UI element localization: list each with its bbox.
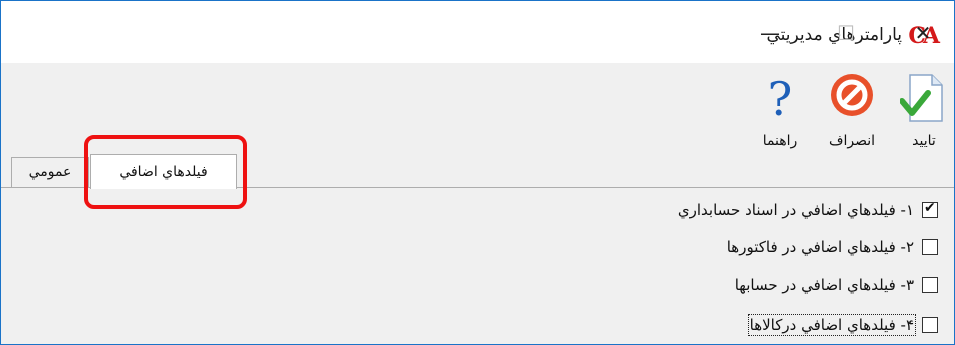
svg-text:?: ?	[768, 72, 793, 123]
option-accounts[interactable]: ٣- فيلدهاي اضافي در حسابها	[735, 273, 938, 297]
help-icon: ?	[768, 72, 793, 123]
document-check-icon	[900, 74, 943, 122]
option-label: ۴- فيلدهاي اضافي دركالاها	[747, 314, 917, 336]
cancel-icon	[831, 74, 873, 116]
ok-button[interactable]: تاييد	[896, 69, 952, 153]
checkbox[interactable]	[922, 317, 938, 333]
title-bar[interactable]: CA پارامترهاي مديريتي — ☐ ✕	[1, 1, 954, 63]
highlight-annotation	[84, 135, 247, 209]
minimize-button[interactable]: —	[745, 11, 795, 55]
dialog-window: CA پارامترهاي مديريتي — ☐ ✕ تاييد انصراف…	[0, 0, 955, 345]
cancel-label: انصراف	[828, 133, 876, 149]
check-icon: ✔	[924, 200, 936, 216]
help-button[interactable]: ? راهنما	[752, 69, 808, 153]
option-label: ١- فيلدهاي اضافي در اسناد حسابداري	[677, 201, 914, 219]
cancel-button[interactable]: انصراف	[824, 69, 880, 153]
option-invoices[interactable]: ٢- فيلدهاي اضافي در فاكتورها	[727, 235, 938, 259]
checkbox[interactable]	[922, 239, 938, 255]
help-label: راهنما	[762, 133, 798, 149]
option-label: ٢- فيلدهاي اضافي در فاكتورها	[726, 238, 914, 256]
ok-label: تاييد	[912, 133, 936, 149]
option-accounting-docs[interactable]: ✔ ١- فيلدهاي اضافي در اسناد حسابداري	[678, 198, 938, 222]
tab-general[interactable]: عمومي	[11, 157, 89, 187]
close-button[interactable]: ✕	[898, 11, 948, 55]
tab-content: ✔ ١- فيلدهاي اضافي در اسناد حسابداري ٢- …	[1, 188, 954, 344]
option-products[interactable]: ۴- فيلدهاي اضافي دركالاها	[747, 313, 938, 337]
checkbox[interactable]	[922, 277, 938, 293]
maximize-button[interactable]: ☐	[821, 11, 871, 55]
checkbox[interactable]: ✔	[922, 200, 938, 218]
option-label: ٣- فيلدهاي اضافي در حسابها	[734, 276, 914, 294]
